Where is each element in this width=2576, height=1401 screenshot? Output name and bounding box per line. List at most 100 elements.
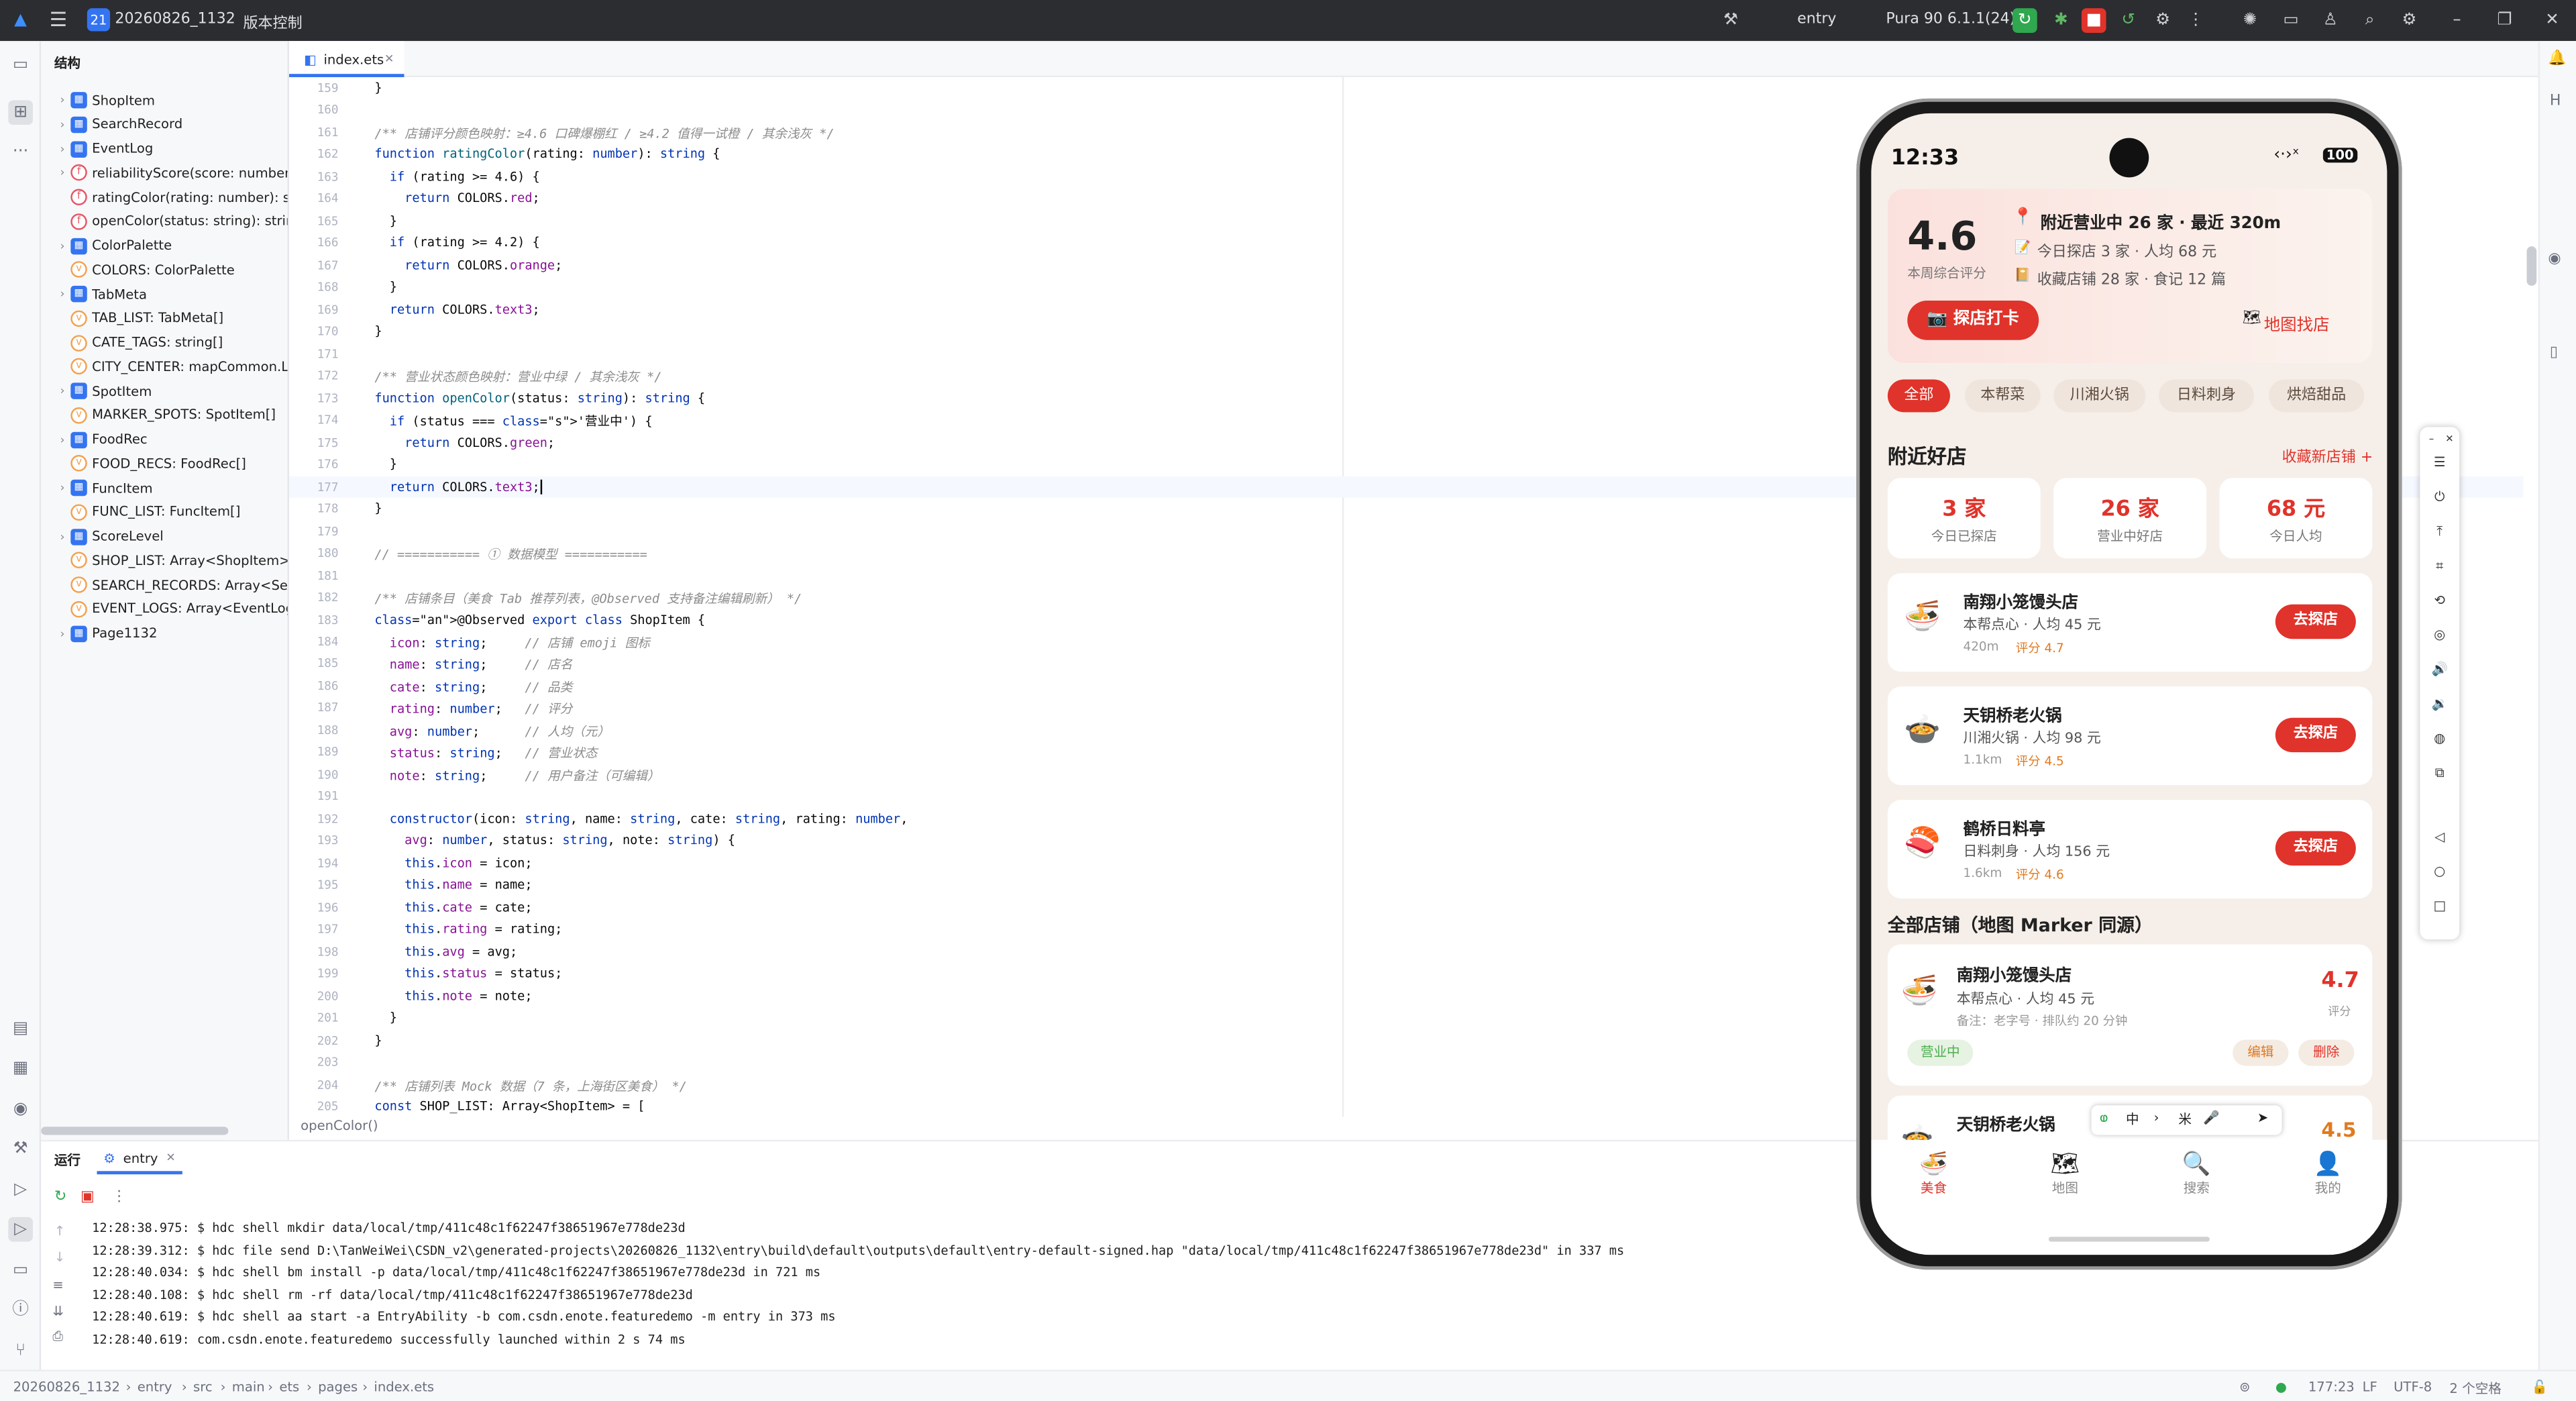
expand-arrow-icon[interactable]: › [54, 529, 70, 543]
code-line[interactable]: icon: string; // 店铺 emoji 图标 [374, 634, 650, 652]
main-menu-icon[interactable]: ☰ [46, 8, 71, 33]
shop-card[interactable]: 🍲 天钥桥老火锅 川湘火锅 · 人均 98 元 1.1km 评分 4.5 去探店 [1887, 686, 2373, 786]
code-line[interactable]: this.rating = rating; [374, 922, 562, 937]
structure-item[interactable]: › ▦ ScoreLevel [54, 525, 164, 548]
code-line[interactable]: return COLORS.red; [374, 191, 540, 206]
expand-arrow-icon[interactable]: › [54, 118, 70, 132]
log-icon[interactable]: ▦ [8, 1056, 33, 1081]
expand-arrow-icon[interactable]: › [54, 142, 70, 156]
git-icon[interactable]: ⑂ [8, 1339, 33, 1363]
emu-close-icon[interactable]: ✕ [2440, 430, 2459, 450]
todo-icon[interactable]: ▤ [8, 1017, 33, 1041]
structure-item[interactable]: › ▦ FuncItem [54, 476, 153, 499]
settings-small-icon[interactable]: ⚙ [2151, 8, 2176, 33]
lock-icon[interactable]: 🔓 [2532, 1380, 2548, 1394]
emu-camera-icon[interactable]: ◍ [2430, 729, 2449, 749]
terminal-icon[interactable]: ▭ [8, 1258, 33, 1283]
horizontal-scrollbar[interactable] [41, 1127, 229, 1135]
bottom-tab-0[interactable]: 🍜 美食 [1900, 1149, 1966, 1208]
structure-item[interactable]: › ▦ TabMeta [54, 282, 147, 305]
minimize-icon[interactable]: – [2445, 8, 2469, 33]
emu-recent-icon[interactable]: □ [2430, 897, 2449, 917]
run-tab-close-icon[interactable]: ✕ [166, 1151, 175, 1165]
expand-arrow-icon[interactable]: › [54, 94, 70, 107]
run-tool-icon[interactable]: ▷ [8, 1216, 33, 1242]
stop-icon[interactable]: ■ [2081, 8, 2106, 33]
structure-item[interactable]: v SEARCH_RECORDS: Array<Sear [54, 573, 288, 596]
expand-arrow-icon[interactable]: › [54, 166, 70, 180]
services-icon[interactable]: ▷ [8, 1178, 33, 1202]
structure-item[interactable]: v MARKER_SPOTS: SpotItem[] [54, 404, 276, 427]
visit-button[interactable]: 去探店 [2275, 717, 2356, 753]
delete-button[interactable]: 删除 [2298, 1039, 2355, 1066]
code-line[interactable]: /** 店铺条目（美食 Tab 推荐列表，@Observed 支持备注编辑刷新）… [374, 590, 802, 608]
build-tool-icon[interactable]: ⚒ [8, 1137, 33, 1161]
print-icon[interactable]: ⎙ [52, 1329, 63, 1345]
cursor-position[interactable]: 177:23 [2308, 1380, 2355, 1394]
chip-bakery[interactable]: 烘焙甜品 [2269, 379, 2365, 413]
code-line[interactable]: } [374, 501, 382, 516]
problems-icon[interactable]: ⓘ [8, 1298, 33, 1322]
structure-item[interactable]: v FOOD_RECS: FoodRec[] [54, 452, 246, 475]
code-line[interactable]: note: string; // 用户备注（可编辑） [374, 767, 660, 785]
indent-setting[interactable]: 2 个空格 [2449, 1380, 2501, 1398]
code-line[interactable]: return COLORS.text3; [374, 302, 540, 317]
line-ending[interactable]: LF [2363, 1380, 2377, 1394]
account-icon[interactable]: ♙ [2318, 8, 2343, 33]
maximize-icon[interactable]: ❐ [2492, 8, 2517, 33]
code-line[interactable]: } [374, 213, 397, 228]
module-select[interactable]: entry [1797, 11, 1836, 28]
structure-item[interactable]: v FUNC_LIST: FuncItem[] [54, 501, 240, 523]
structure-item[interactable]: v CATE_TAGS: string[] [54, 331, 223, 354]
code-line[interactable]: avg: number, status: string, note: strin… [374, 833, 735, 848]
preview-icon[interactable]: ◉ [2548, 252, 2561, 268]
code-line[interactable]: return COLORS.text3; [374, 479, 542, 495]
expand-arrow-icon[interactable]: › [54, 239, 70, 252]
chip-japanese[interactable]: 日料刺身 [2158, 379, 2255, 413]
code-line[interactable]: if (rating >= 4.6) { [374, 169, 540, 184]
bottom-tab-3[interactable]: 👤 我的 [2295, 1149, 2361, 1208]
visit-button[interactable]: 去探店 [2275, 604, 2356, 639]
expand-arrow-icon[interactable]: › [54, 384, 70, 398]
code-line[interactable]: return COLORS.orange; [374, 258, 562, 272]
emu-menu-icon[interactable]: ☰ [2430, 454, 2449, 473]
code-line[interactable]: if (rating >= 4.2) { [374, 236, 540, 250]
expand-arrow-icon[interactable]: › [54, 287, 70, 301]
scroll-up-icon[interactable]: ↑ [54, 1224, 65, 1239]
emu-power-icon[interactable]: ⏻ [2430, 488, 2449, 507]
code-line[interactable]: const SHOP_LIST: Array<ShopItem> = [ [374, 1099, 645, 1114]
all-shop-card[interactable]: 🍜 南翔小笼馒头店 本帮点心 · 人均 45 元 备注：老字号 · 排队约 20… [1887, 944, 2373, 1086]
breadcrumb-item[interactable]: pages [318, 1380, 358, 1394]
map-find-link[interactable]: 地图找店 [2264, 311, 2330, 335]
emu-screenshot-icon[interactable]: ⧉ [2430, 764, 2449, 783]
code-line[interactable]: class="an">@Observed export class ShopIt… [374, 612, 705, 627]
code-line[interactable]: /** 店铺评分颜色映射：≥4.6 口碑爆棚红 / ≥4.2 值得一试橙 / 其… [374, 125, 834, 143]
structure-item[interactable]: › ▦ Page1132 [54, 622, 157, 645]
code-line[interactable]: // =========== ① 数据模型 =========== [374, 546, 647, 564]
expand-arrow-icon[interactable]: › [54, 433, 70, 446]
tab-index-ets[interactable]: ◧ index.ets ✕ [289, 41, 405, 78]
structure-item[interactable]: f openColor(status: string): string [54, 210, 288, 233]
filter-icon[interactable]: ⇊ [52, 1304, 63, 1319]
emu-volume-down-icon[interactable]: 🔉 [2430, 694, 2449, 714]
code-line[interactable]: this.status = status; [374, 966, 562, 981]
structure-item[interactable]: › ▦ FoodRec [54, 428, 148, 451]
close-icon[interactable]: ✕ [2540, 8, 2565, 33]
project-name[interactable]: 20260826_1132 [115, 11, 235, 28]
structure-item[interactable]: › f reliabilityScore(score: number): [54, 161, 288, 184]
code-line[interactable]: function ratingColor(rating: number): st… [374, 147, 720, 162]
visit-button[interactable]: 去探店 [2275, 831, 2356, 866]
code-line[interactable]: this.note = note; [374, 988, 532, 1003]
emu-volume-up-icon[interactable]: 🔊 [2430, 660, 2449, 680]
build-icon[interactable]: ⚒ [1719, 8, 1743, 33]
code-line[interactable]: this.name = name; [374, 878, 532, 892]
chip-hotpot[interactable]: 川湘火锅 [2053, 379, 2146, 413]
run-tab-entry[interactable]: ⚙ entry ✕ [97, 1141, 182, 1175]
structure-item[interactable]: › ▦ ShopItem [54, 89, 155, 111]
ime-toolbar[interactable]: ⱷ 中 › 米 🎤 ➤ [2091, 1105, 2282, 1135]
plugin-icon[interactable]: ✺ [2238, 8, 2263, 33]
send-icon[interactable]: ➤ [2257, 1110, 2268, 1125]
expand-arrow-icon[interactable]: › [54, 627, 70, 640]
emu-crop-icon[interactable]: ⌗ [2430, 557, 2449, 576]
run-icon[interactable]: ↻ [2012, 8, 2037, 33]
